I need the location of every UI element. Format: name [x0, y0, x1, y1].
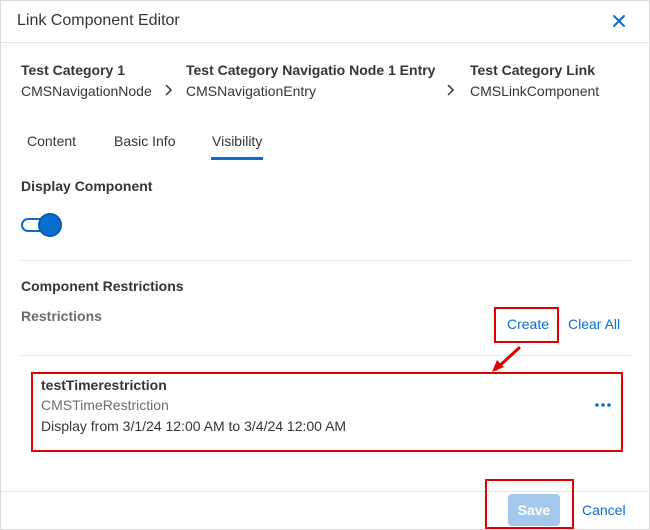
breadcrumb-item-link: Test Category Link CMSLinkComponent [470, 62, 599, 99]
arrow-icon [492, 346, 521, 372]
breadcrumb-item-title: Test Category Link [470, 62, 595, 78]
breadcrumb-item-title: Test Category 1 [21, 62, 125, 78]
link-component-editor-dialog: Link Component Editor Test Category 1 CM… [0, 0, 650, 530]
tab-basic-info[interactable]: Basic Info [114, 133, 175, 149]
component-restrictions-heading: Component Restrictions [21, 278, 184, 294]
tab-content[interactable]: Content [27, 133, 76, 149]
breadcrumb-item-node: Test Category 1 CMSNavigationNode [21, 62, 152, 99]
breadcrumb-item-entry: Test Category Navigatio Node 1 Entry CMS… [186, 62, 435, 99]
restrictions-divider [21, 355, 631, 356]
annotation-highlight-restriction [31, 372, 623, 452]
display-component-label: Display Component [21, 178, 153, 194]
annotation-highlight-create [494, 307, 559, 343]
dialog-header: Link Component Editor [1, 1, 650, 43]
toggle-knob [38, 213, 62, 237]
annotation-highlight-save [485, 479, 574, 529]
breadcrumb-item-title: Test Category Navigatio Node 1 Entry [186, 62, 436, 78]
breadcrumb-item-type: CMSLinkComponent [470, 83, 600, 99]
close-icon[interactable] [609, 11, 629, 31]
chevron-right-icon [445, 83, 455, 96]
active-tab-indicator [211, 157, 263, 160]
section-divider [21, 260, 631, 261]
breadcrumb-item-type: CMSNavigationNode [21, 83, 152, 99]
cancel-button[interactable]: Cancel [582, 502, 626, 518]
restrictions-label: Restrictions [21, 308, 102, 324]
clear-all-button[interactable]: Clear All [568, 316, 620, 332]
dialog-title: Link Component Editor [17, 12, 180, 29]
tab-visibility[interactable]: Visibility [212, 133, 262, 149]
chevron-right-icon [163, 83, 173, 96]
breadcrumb-item-type: CMSNavigationEntry [186, 83, 316, 99]
display-component-toggle[interactable] [21, 213, 62, 237]
